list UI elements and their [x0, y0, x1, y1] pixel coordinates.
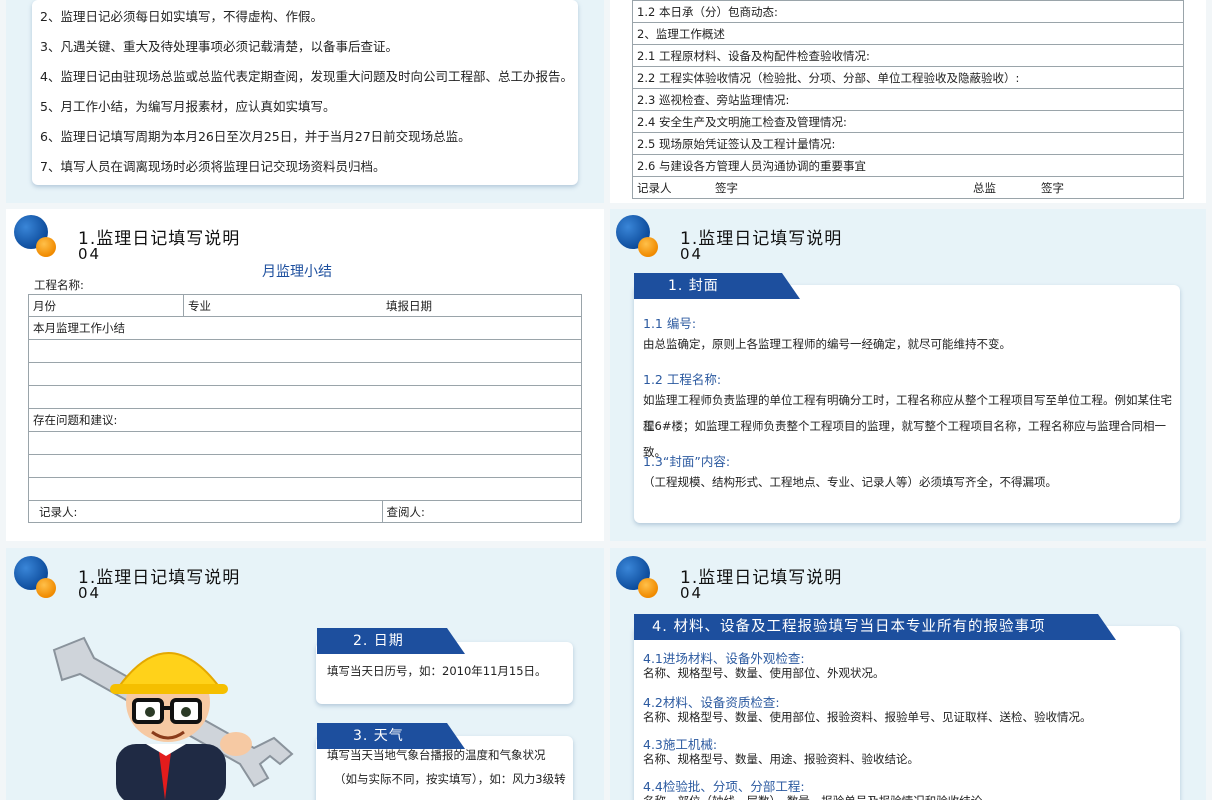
table-row — [28, 339, 582, 363]
table-row: 月份 专业 填报日期 — [28, 294, 582, 317]
table-row: 2.3 巡视检查、旁站监理情况: — [632, 88, 1184, 111]
cover-text: （工程规模、结构形式、工程地点、专业、记录人等）必须填写齐全，不得漏项。 — [643, 475, 1057, 489]
materials-card: 4.1进场材料、设备外观检查: 名称、规格型号、数量、使用部位、外观状况。 4.… — [634, 626, 1180, 800]
slide-materials: 1.监理日记填写说明 04 4.1进场材料、设备外观检查: 名称、规格型号、数量… — [610, 548, 1206, 800]
table-cell: 2.6 与建设各方管理人员沟通协调的重要事宜 — [632, 154, 1184, 177]
materials-tab: 4. 材料、设备及工程报验填写当日本专业所有的报验事项 — [634, 614, 1116, 640]
slide-date-weather: 1.监理日记填写说明 04 填写当天日历号，如：2010年11月15日。 2. … — [6, 548, 604, 800]
table-cell: 2.5 现场原始凭证签认及工程计量情况: — [632, 132, 1184, 155]
date-text: 填写当天日历号，如：2010年11月15日。 — [327, 664, 547, 678]
cover-heading: 1.3“封面”内容: — [643, 454, 731, 469]
note-item: 2、监理日记必须每日如实填写，不得虚构、作假。 — [40, 9, 323, 24]
note-item: 3、凡遇关键、重大及待处理事项必须记载清楚，以备事后查证。 — [40, 39, 398, 54]
table-cell: 存在问题和建议: — [28, 408, 582, 432]
table-cell: 总监 — [969, 176, 1037, 199]
table-row: 记录人: 查阅人: — [28, 500, 582, 523]
table-row — [28, 477, 582, 501]
table-cell: 专业 — [183, 294, 382, 317]
slide-cover: 1.监理日记填写说明 04 1.1 编号: 由总监确定，原则上各监理工程师的编号… — [610, 209, 1206, 541]
cover-tab: 1. 封面 — [634, 273, 800, 299]
cover-text: 由总监确定，原则上各监理工程师的编号一经确定，就尽可能维持不变。 — [643, 337, 1011, 351]
table-cell: 填报日期 — [382, 294, 582, 317]
table-cell: 签字 — [1037, 176, 1184, 199]
weather-text: （如与实际不同，按实填写），如：风力3级转 — [334, 772, 566, 786]
table-row: 2.6 与建设各方管理人员沟通协调的重要事宜 — [632, 154, 1184, 177]
form-title: 月监理小结 — [262, 264, 332, 280]
table-row — [28, 454, 582, 478]
table-row — [28, 362, 582, 386]
table-row: 存在问题和建议: — [28, 408, 582, 432]
project-label: 工程名称: — [34, 278, 84, 292]
notes-card: 2、监理日记必须每日如实填写，不得虚构、作假。 3、凡遇关键、重大及待处理事项必… — [32, 0, 578, 185]
note-item: 6、监理日记填写周期为本月26日至次月25日，并于当月27日前交现场总监。 — [40, 129, 471, 144]
cover-card: 1.1 编号: 由总监确定，原则上各监理工程师的编号一经确定，就尽可能维持不变。… — [634, 285, 1180, 523]
slide-log-table: 1.2 本日承（分）包商动态: 2、监理工作概述 2.1 工程原材料、设备及构配… — [610, 0, 1206, 203]
section-number: 04 — [680, 245, 704, 263]
table-cell: 2.2 工程实体验收情况（检验批、分项、分部、单位工程验收及隐蔽验收）: — [632, 66, 1184, 89]
table-row: 2.4 安全生产及文明施工检查及管理情况: — [632, 110, 1184, 133]
note-item: 7、填写人员在调离现场时必须将监理日记交现场资料员归档。 — [40, 159, 386, 174]
table-cell: 月份 — [28, 294, 184, 317]
section-number: 04 — [680, 584, 704, 602]
slide-monthly-summary: 1.监理日记填写说明 04 月监理小结 工程名称: 月份 专业 填报日期 本月监… — [6, 209, 604, 541]
worker-illustration-icon — [52, 636, 294, 800]
table-row — [28, 385, 582, 409]
logo-icon — [616, 215, 658, 257]
slide-notes: 2、监理日记必须每日如实填写，不得虚构、作假。 3、凡遇关键、重大及待处理事项必… — [6, 0, 604, 203]
weather-tab: 3. 天气 — [317, 723, 465, 749]
cover-heading: 1.2 工程名称: — [643, 372, 722, 387]
table-cell: 查阅人: — [382, 500, 582, 523]
table-row: 2.1 工程原材料、设备及构配件检查验收情况: — [632, 44, 1184, 67]
section-title: 1.监理日记填写说明 — [78, 568, 241, 588]
section-number: 04 — [78, 584, 102, 602]
table-cell: 记录人 — [632, 176, 711, 199]
table-row — [28, 431, 582, 455]
table-cell: 记录人: — [28, 500, 383, 523]
date-tab: 2. 日期 — [317, 628, 465, 654]
materials-text: 名称、部位（轴线、层数）、数量、报验单号及报验情况和验收结论 — [643, 788, 982, 800]
table-cell: 1.2 本日承（分）包商动态: — [632, 0, 1184, 23]
log-table: 1.2 本日承（分）包商动态: 2、监理工作概述 2.1 工程原材料、设备及构配… — [632, 0, 1184, 199]
section-number: 04 — [78, 245, 102, 263]
section-title: 1.监理日记填写说明 — [680, 229, 843, 249]
table-row: 记录人 签字 总监 签字 — [632, 176, 1184, 199]
materials-text: 名称、规格型号、数量、用途、报验资料、验收结论。 — [643, 752, 919, 766]
cover-heading: 1.1 编号: — [643, 316, 697, 331]
materials-text: 名称、规格型号、数量、使用部位、外观状况。 — [643, 666, 885, 680]
table-cell: 签字 — [711, 176, 969, 199]
note-item: 4、监理日记由驻现场总监或总监代表定期查阅，发现重大问题及时向公司工程部、总工办… — [40, 69, 573, 84]
table-cell: 2、监理工作概述 — [632, 22, 1184, 45]
table-row: 本月监理工作小结 — [28, 316, 582, 340]
note-item: 5、月工作小结，为编写月报素材，应认真如实填写。 — [40, 99, 336, 114]
logo-icon — [14, 215, 56, 257]
table-cell: 2.3 巡视检查、旁站监理情况: — [632, 88, 1184, 111]
table-row: 2.2 工程实体验收情况（检验批、分项、分部、单位工程验收及隐蔽验收）: — [632, 66, 1184, 89]
table-cell: 2.1 工程原材料、设备及构配件检查验收情况: — [632, 44, 1184, 67]
monthly-table: 月份 专业 填报日期 本月监理工作小结 存在问题和建议: 记录人: 查阅人: — [28, 294, 582, 523]
logo-icon — [14, 556, 56, 598]
table-row: 1.2 本日承（分）包商动态: — [632, 0, 1184, 23]
section-title: 1.监理日记填写说明 — [78, 229, 241, 249]
logo-icon — [616, 556, 658, 598]
table-cell: 2.4 安全生产及文明施工检查及管理情况: — [632, 110, 1184, 133]
table-cell: 本月监理工作小结 — [28, 316, 582, 340]
table-row: 2、监理工作概述 — [632, 22, 1184, 45]
section-title: 1.监理日记填写说明 — [680, 568, 843, 588]
table-row: 2.5 现场原始凭证签认及工程计量情况: — [632, 132, 1184, 155]
materials-text: 名称、规格型号、数量、使用部位、报验资料、报验单号、见证取样、送检、验收情况。 — [643, 710, 1092, 724]
